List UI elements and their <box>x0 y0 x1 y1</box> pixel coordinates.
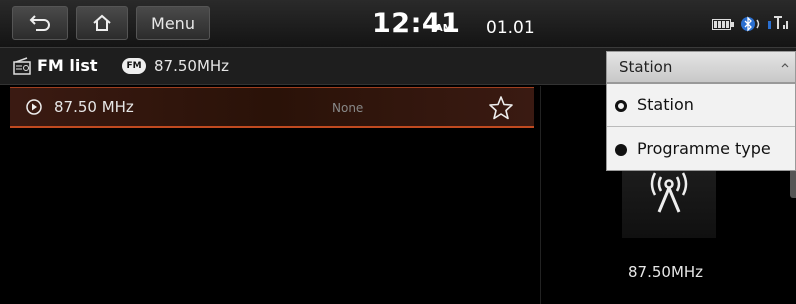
sort-dropdown[interactable]: Station <box>606 51 796 83</box>
panel-frequency: 87.50MHz <box>628 263 704 281</box>
station-frequency: 87.50 MHz <box>54 98 134 116</box>
station-list-item[interactable]: 87.50 MHz None <box>10 87 534 128</box>
status-bar: Menu 12:41 AM 01.01 <box>0 0 796 48</box>
bluetooth-icon <box>741 16 760 32</box>
radio-unchecked-icon <box>615 144 627 156</box>
station-artwork <box>622 162 716 238</box>
sort-option-programme-type[interactable]: Programme type <box>607 128 795 171</box>
battery-icon <box>712 19 734 30</box>
current-frequency: 87.50MHz <box>154 57 230 75</box>
back-button[interactable] <box>12 6 68 40</box>
signal-icon <box>768 16 788 29</box>
sort-option-label: Programme type <box>637 139 771 158</box>
radio-icon <box>13 57 31 75</box>
favorite-star-icon[interactable] <box>488 95 514 120</box>
broadcast-antenna-icon <box>650 172 688 213</box>
home-icon <box>93 14 111 31</box>
panel-divider <box>540 86 541 304</box>
radio-checked-icon <box>615 100 627 112</box>
play-icon <box>26 99 42 115</box>
menu-button[interactable]: Menu <box>136 6 210 40</box>
sort-selected-label: Station <box>619 58 673 76</box>
band-badge: FM <box>122 58 146 74</box>
page-title: FM list <box>37 56 98 75</box>
sort-options-menu: Station Programme type <box>606 83 796 171</box>
sort-option-label: Station <box>637 95 694 114</box>
sort-option-station[interactable]: Station <box>607 84 795 127</box>
programme-type: None <box>332 101 364 115</box>
clock-ampm: AM <box>435 23 453 34</box>
back-icon <box>29 15 50 31</box>
home-button[interactable] <box>76 6 128 40</box>
date: 01.01 <box>486 18 535 38</box>
chevron-up-icon <box>781 63 789 68</box>
